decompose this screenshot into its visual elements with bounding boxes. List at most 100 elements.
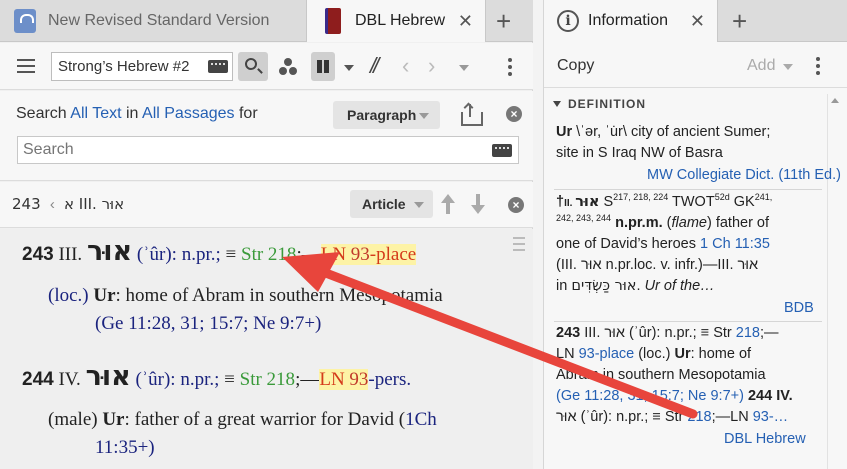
dbl-ln-link[interactable]: 93-…: [753, 409, 788, 425]
visual-filter-icon[interactable]: [279, 58, 297, 76]
chevron-down-icon[interactable]: [344, 65, 354, 71]
drag-handle-icon[interactable]: [513, 237, 525, 251]
section-title: DEFINITION: [568, 97, 646, 111]
tab-dbl-hebrew[interactable]: DBL Hebrew ✕: [306, 0, 486, 42]
equiv-symbol: ≡: [219, 369, 240, 390]
equiv-symbol: ≡: [220, 244, 241, 265]
article-dropdown[interactable]: Article: [350, 190, 433, 218]
bdb-line: †II. אוּר S217, 218, 224 TWOT52d GK241,: [556, 192, 772, 210]
dbl-strong-link[interactable]: 218: [736, 325, 760, 341]
ln-number: 93: [349, 369, 369, 390]
bdb-gloss: Ur of the…: [644, 278, 715, 294]
entry-homonym: IV.: [58, 369, 81, 390]
left-tab-bar: New Revised Standard Version DBL Hebrew …: [0, 0, 533, 42]
history-dropdown-icon[interactable]: [459, 65, 469, 71]
dbl-reference-link[interactable]: (Ge 11:28, 31; 15:7; Ne 9:7+): [556, 388, 748, 404]
louw-nida-link[interactable]: LN 93-place: [320, 244, 417, 265]
gloss-qualifier: (male): [48, 409, 103, 430]
add-tab-icon[interactable]: +: [496, 6, 511, 37]
arrow-up-icon[interactable]: [441, 194, 455, 214]
close-icon[interactable]: ✕: [690, 11, 705, 32]
clear-icon[interactable]: ×: [506, 106, 522, 122]
reference-link[interactable]: 1Ch: [405, 409, 437, 430]
dbl-text: ;—LN: [711, 409, 753, 425]
bdb-twot-label: TWOT: [668, 193, 715, 210]
bdb-pos: n.pr.m.: [611, 214, 663, 231]
entry-243-references[interactable]: (Ge 11:28, 31; 15:7; Ne 9:7+): [95, 313, 321, 335]
information-toolbar: Copy Add: [544, 43, 847, 88]
search-panel: Search All Text in All Passages for Para…: [0, 91, 533, 181]
mw-source-link[interactable]: MW Collegiate Dict. (11th Ed.): [647, 167, 841, 183]
search-scope-passages-link[interactable]: All Passages: [142, 105, 235, 122]
copy-button[interactable]: Copy: [557, 57, 594, 75]
tab-nrsv[interactable]: New Revised Standard Version: [0, 0, 300, 42]
right-tab-bar: i Information ✕ +: [544, 0, 847, 42]
paragraph-dropdown-label: Paragraph: [347, 107, 417, 123]
dbl-line: 243 III. אוּר (ʾûr): n.pr.; ≡ Str 218;—: [556, 325, 779, 341]
gloss-word: Ur: [102, 409, 125, 430]
panel-layout-button[interactable]: [311, 52, 335, 81]
strongs-link[interactable]: Str 218: [240, 369, 295, 390]
search-field[interactable]: [17, 136, 519, 164]
more-options-icon[interactable]: [508, 58, 512, 76]
share-icon[interactable]: [459, 102, 483, 126]
tab-label: DBL Hebrew: [355, 12, 446, 29]
left-pane: New Revised Standard Version DBL Hebrew …: [0, 0, 533, 469]
add-tab-icon[interactable]: +: [732, 6, 747, 37]
dbl-text: ;—: [760, 325, 779, 341]
back-icon[interactable]: ‹: [402, 53, 409, 79]
bdb-line: in אוּר כַּשְׂדִּים. Ur of the…: [556, 278, 715, 294]
separator: ;—: [295, 369, 320, 390]
bdb-gk-label: GK: [729, 193, 755, 210]
breadcrumb-root[interactable]: א: [64, 195, 74, 213]
dbl-source-link[interactable]: DBL Hebrew: [724, 431, 806, 447]
dbl-line: LN 93-place (loc.) Ur: home of: [556, 346, 751, 362]
right-pane: i Information ✕ + Copy Add DEFINITION Ur…: [543, 0, 847, 469]
forward-icon[interactable]: ›: [428, 53, 435, 79]
keyboard-icon[interactable]: [208, 60, 228, 73]
arrow-down-icon[interactable]: [471, 194, 485, 214]
bdb-reference-link[interactable]: 1 Ch 11:35: [700, 236, 770, 252]
search-button[interactable]: [238, 52, 268, 81]
scrollbar[interactable]: [827, 94, 841, 469]
parallel-resources-icon[interactable]: //: [370, 53, 379, 79]
search-input[interactable]: [23, 141, 463, 159]
definition-section-header[interactable]: DEFINITION: [553, 97, 646, 111]
bdb-text: one of David’s heroes: [556, 236, 701, 252]
divider: [554, 321, 822, 322]
close-icon[interactable]: ✕: [458, 11, 473, 32]
add-dropdown[interactable]: Add: [747, 57, 793, 75]
dbl-ln-link[interactable]: 93-place: [579, 346, 635, 362]
dbl-line: Abram in southern Mesopotamia: [556, 367, 766, 383]
bdb-line: 242, 243, 244 n.pr.m. (flame) father of: [556, 213, 769, 231]
strongs-link[interactable]: Str 218: [241, 244, 296, 265]
bdb-twot-number: 52d: [714, 192, 730, 202]
dbl-text: LN: [556, 346, 579, 362]
search-in: in: [126, 105, 139, 122]
keyboard-icon[interactable]: [492, 144, 512, 157]
resource-content: 243 III. אוּר (ʾûr): n.pr.; ≡ Str 218;—L…: [0, 229, 533, 469]
menu-icon[interactable]: [17, 59, 35, 73]
part-of-speech: n.pr.;: [181, 244, 221, 265]
dbl-gloss-word: Ur: [674, 346, 691, 362]
hebrew-headword: אוּר: [85, 361, 131, 392]
entry-244-references[interactable]: 11:35+): [95, 437, 155, 459]
gloss-text: : father of a great warrior for David (: [124, 409, 406, 430]
close-icon[interactable]: ×: [508, 197, 524, 213]
bdb-gk-numbers: 242, 243, 244: [556, 213, 612, 223]
louw-nida-link[interactable]: LN 93-pers.: [319, 369, 412, 390]
resource-reference-value: Strong’s Hebrew #2: [58, 58, 190, 75]
dbl-strong-link[interactable]: 218: [687, 409, 711, 425]
dbl-number: 244: [747, 388, 773, 404]
resource-reference-input[interactable]: Strong’s Hebrew #2: [51, 52, 233, 81]
part-of-speech: n.pr.;: [180, 369, 220, 390]
tab-information[interactable]: i Information ✕: [544, 0, 718, 42]
search-scope-text-link[interactable]: All Text: [70, 105, 121, 122]
chevron-down-icon: [419, 113, 429, 119]
search-icon: [245, 58, 257, 70]
more-options-icon[interactable]: [816, 57, 820, 75]
hebrew-headword: אוּר: [86, 236, 133, 267]
paragraph-dropdown[interactable]: Paragraph: [333, 101, 440, 129]
bdb-source-link[interactable]: BDB: [784, 300, 814, 316]
divider: [554, 189, 822, 190]
